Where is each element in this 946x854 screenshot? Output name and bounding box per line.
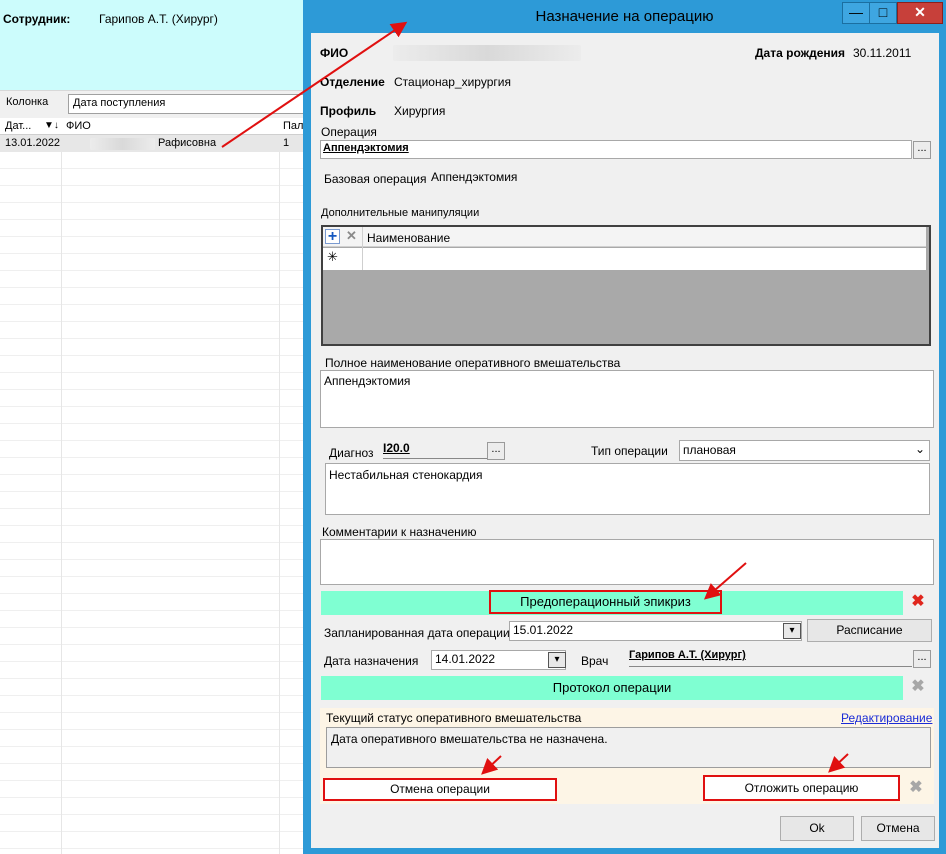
patient-grid-header: Дат... ▼↓ ФИО Пала xyxy=(0,118,310,135)
diag-label: Диагноз xyxy=(329,446,374,460)
grid-header-fio[interactable]: ФИО xyxy=(66,120,91,132)
redacted-fio xyxy=(393,45,581,61)
birth-value: 30.11.2011 xyxy=(853,46,912,60)
delete-row-icon[interactable]: ✕ xyxy=(344,229,359,244)
manip-label: Дополнительные манипуляции xyxy=(321,207,480,219)
postpone-operation-button[interactable]: Отложить операцию xyxy=(703,775,900,801)
delete-preop-icon[interactable]: ✖ xyxy=(907,592,929,614)
diag-code-field[interactable]: I20.0 xyxy=(383,441,487,459)
cancel-button[interactable]: Отмена xyxy=(861,816,935,841)
fullname-label: Полное наименование оперативного вмешате… xyxy=(325,356,621,370)
doctor-label: Врач xyxy=(581,654,609,668)
comments-label: Комментарии к назначению xyxy=(322,525,477,539)
close-button[interactable]: ✕ xyxy=(897,2,943,24)
table-row[interactable]: 13.01.2022 Рафисовна 1 xyxy=(0,135,306,152)
operation-field[interactable]: Аппендэктомия xyxy=(320,140,912,159)
operation-picker-button[interactable]: ... xyxy=(913,141,931,159)
protocol-button[interactable]: Протокол операции xyxy=(321,676,903,700)
ok-button[interactable]: Ok xyxy=(780,816,854,841)
filter-sort-icon[interactable]: ▼↓ xyxy=(44,120,59,131)
status-text: Дата оперативного вмешательства не назна… xyxy=(326,727,931,768)
edit-link[interactable]: Редактирование xyxy=(841,711,932,725)
delete-protocol-icon[interactable]: ✖ xyxy=(907,677,929,699)
optype-value: плановая xyxy=(683,443,736,457)
row-date: 13.01.2022 xyxy=(5,137,61,149)
comments-field[interactable] xyxy=(320,539,934,585)
column-label: Колонка xyxy=(6,96,49,108)
profile-label: Профиль xyxy=(320,104,377,118)
row-ward: 1 xyxy=(283,137,290,149)
chevron-down-icon: ⌄ xyxy=(914,442,925,456)
base-op-value: Аппендэктомия xyxy=(431,170,518,184)
doctor-field[interactable]: Гарипов А.Т. (Хирург) xyxy=(629,649,912,667)
assign-date-field[interactable]: 14.01.2022 xyxy=(431,650,566,670)
fullname-field[interactable]: Аппендэктомия xyxy=(320,370,934,428)
birth-label: Дата рождения xyxy=(755,46,846,60)
add-row-icon[interactable]: + xyxy=(325,229,340,245)
cancel-operation-button[interactable]: Отмена операции xyxy=(323,778,557,801)
status-label: Текущий статус оперативного вмешательств… xyxy=(326,711,582,725)
fio-label: ФИО xyxy=(320,46,349,60)
redacted-name xyxy=(90,138,155,150)
new-row-icon: ✳ xyxy=(327,249,338,264)
column-select[interactable]: Дата поступления xyxy=(68,94,306,114)
doctor-picker-button[interactable]: ... xyxy=(913,650,931,668)
maximize-button[interactable]: □ xyxy=(869,2,897,24)
dept-value: Стационар_хирургия xyxy=(394,75,511,89)
assign-date-label: Дата назначения xyxy=(324,654,419,668)
operation-label: Операция xyxy=(321,125,377,139)
preop-epicrisis-button[interactable]: Предоперационный эпикриз xyxy=(489,590,722,614)
schedule-button[interactable]: Расписание xyxy=(807,619,932,642)
row-fio: Рафисовна xyxy=(158,137,217,149)
base-op-label: Базовая операция xyxy=(324,172,427,186)
profile-value: Хирургия xyxy=(394,104,446,118)
manip-col-header[interactable]: Наименование xyxy=(367,231,450,245)
diag-text-field[interactable]: Нестабильная стенокардия xyxy=(325,463,930,515)
manip-new-row[interactable] xyxy=(323,248,926,270)
employee-label: Сотрудник: xyxy=(3,12,71,26)
employee-value: Гарипов А.Т. (Хирург) xyxy=(99,12,218,26)
planned-date-label: Запланированная дата операции xyxy=(324,626,510,640)
optype-select[interactable]: плановая ⌄ xyxy=(679,440,930,461)
diag-picker-button[interactable]: ... xyxy=(487,442,505,460)
optype-label: Тип операции xyxy=(591,444,668,458)
patient-grid xyxy=(0,118,306,854)
minimize-button[interactable]: — xyxy=(842,2,870,24)
planned-date-dropdown-icon[interactable]: ▾ xyxy=(783,623,801,639)
grid-divider xyxy=(362,248,363,270)
delete-status-icon[interactable]: ✖ xyxy=(905,778,927,800)
grid-header-date[interactable]: Дат... xyxy=(5,120,31,132)
assign-date-dropdown-icon[interactable]: ▾ xyxy=(548,652,566,668)
dept-label: Отделение xyxy=(320,75,385,89)
planned-date-field[interactable]: 15.01.2022 xyxy=(509,621,802,641)
